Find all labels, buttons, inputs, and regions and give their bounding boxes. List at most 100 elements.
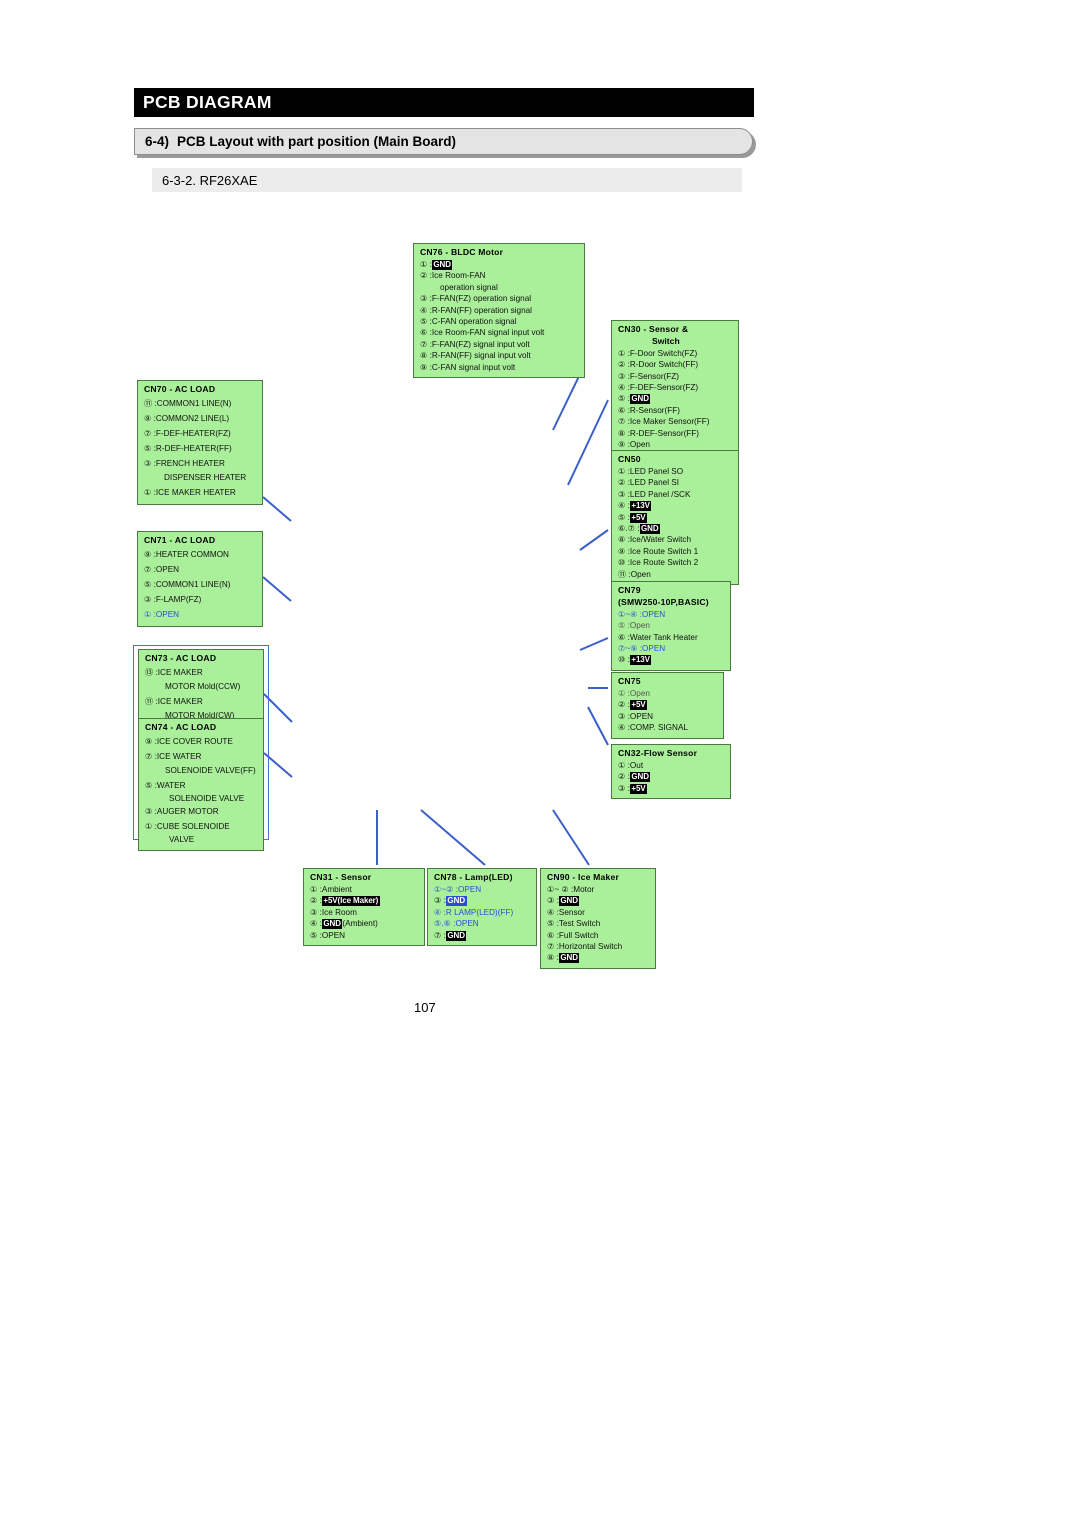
connector-row: ② : GND: [618, 771, 725, 783]
connector-row: ⑦ : Horizontal Switch: [547, 941, 650, 952]
connector-row: ⑦ : GND: [434, 930, 531, 941]
pin-label: OPEN: [155, 609, 180, 619]
connector-row: ⑤ : COMMON1 LINE(N): [144, 577, 257, 592]
pin-number: ⑬ :: [145, 667, 158, 677]
connector-box-cn79: CN79 (SMW250-10P,BASIC) ①~④ : OPEN ⑤ : Open…: [611, 581, 731, 671]
connector-row: ⑧ : R-DEF-Sensor(FF): [618, 428, 733, 439]
pin-number: ① :: [618, 348, 630, 358]
pin-label: LED Panel SI: [629, 478, 680, 488]
connector-box-cn70: CN70 - AC LOAD ⑪ : COMMON1 LINE(N) ⑨ : COM…: [137, 380, 263, 505]
connector-row-cont: SOLENOIDE VALVE(FF): [165, 765, 256, 775]
connector-title-cn70: CN70 - AC LOAD: [144, 384, 216, 394]
connector-box-cn71: CN71 - AC LOAD ⑨ : HEATER COMMON ⑦ : OPEN ⑤…: [137, 531, 263, 627]
connector-row: ② : R-Door Switch(FF): [618, 359, 733, 370]
pin-number: ①~ ② :: [547, 884, 574, 894]
pin-number: ⑥.⑦ :: [618, 523, 640, 533]
pin-number: ③ :: [310, 907, 322, 917]
pin-label: Ice Route Switch 2: [629, 558, 699, 568]
pin-number: ⑩ :: [618, 558, 630, 568]
connector-row: ⑤ : Open: [618, 620, 725, 631]
pin-label: Open: [630, 569, 651, 579]
pin-number: ③ :: [145, 807, 157, 817]
pin-number: ⑤ :: [618, 394, 630, 404]
connector-row: ⑨ : ICE COVER ROUTE: [145, 734, 258, 749]
connector-row: ① : CUBE SOLENOIDE: [145, 819, 258, 834]
connector-title-cn76: CN76 - BLDC Motor: [420, 247, 504, 257]
pin-label: Ice Maker Sensor(FF): [629, 417, 710, 427]
section-header-bar: 6-4) PCB Layout with part position (Main…: [134, 128, 753, 155]
connector-title-cn74: CN74 - AC LOAD: [145, 722, 217, 732]
pin-number: ⑨ :: [144, 413, 156, 423]
pin-label: ICE WATER: [156, 751, 202, 761]
pin-number: ⑦ :: [547, 941, 559, 951]
connector-box-cn32: CN32-Flow Sensor ① : Out ② : GND ③ : +5V: [611, 744, 731, 800]
pin-number: ⑤ :: [310, 930, 322, 940]
signal-chip: GND: [629, 772, 651, 783]
signal-chip: GND: [431, 259, 453, 270]
connector-row: ② : +5V: [618, 699, 718, 711]
pin-number: ⑦ :: [145, 751, 157, 761]
subsection-bar: 6-3-2. RF26XAE: [152, 168, 742, 192]
connector-row: ⑥.⑦ : GND: [618, 523, 733, 534]
pin-number: ④ :: [547, 907, 559, 917]
connector-row: ⑧ : GND: [547, 952, 650, 964]
pin-number: ⑤.⑥ :: [434, 919, 456, 929]
connector-row: ⑧ : Ice/Water Switch: [618, 534, 733, 545]
section-number: 6-4): [145, 134, 170, 149]
pin-number: ⑤ :: [618, 512, 630, 522]
pin-label: Open: [629, 440, 650, 450]
connector-row: ⑦~⑨ : OPEN: [618, 643, 725, 654]
connector-box-cn50: CN50 ① : LED Panel SO ② : LED Panel SI ③ : …: [611, 450, 739, 585]
pin-label: R-DEF-Sensor(FF): [629, 428, 700, 438]
pin-label: F-FAN(FZ) signal input volt: [431, 339, 530, 349]
connector-title-cn79: CN79: [618, 585, 641, 595]
connector-title-cn31: CN31 - Sensor: [310, 872, 372, 882]
pin-label: LED Panel SO: [629, 466, 684, 476]
pin-label: R-FAN(FF) signal input volt: [431, 351, 531, 361]
pin-number: ② :: [310, 896, 322, 906]
pin-label: F-Door Switch(FZ): [629, 348, 698, 358]
pin-number: ⑨ :: [145, 736, 157, 746]
page-title: PCB DIAGRAM: [134, 88, 754, 117]
pin-label: OPEN: [642, 609, 666, 619]
pin-label: ICE MAKER HEATER: [155, 487, 236, 497]
pin-number: ② :: [618, 772, 630, 782]
pin-label: ICE COVER ROUTE: [156, 736, 233, 746]
pin-number: ⑧ :: [420, 351, 432, 361]
pin-number: ⑦ :: [144, 428, 156, 438]
connector-title-cn32: CN32-Flow Sensor: [618, 748, 698, 758]
connector-box-cn75: CN75 ① : Open ② : +5V ③ : OPEN ④ : COMP. SIG…: [611, 672, 724, 739]
connector-row: ② : +5V(Ice Maker): [310, 895, 419, 907]
pin-number: ④ :: [618, 501, 630, 511]
pin-number: ⑩ :: [618, 655, 630, 665]
connector-row: ③ : FRENCH HEATER: [144, 456, 257, 471]
pin-label: R-DEF-HEATER(FF): [155, 443, 232, 453]
pin-label: Ice/Water Switch: [629, 535, 692, 545]
pin-label: OPEN: [155, 564, 180, 574]
connector-title-cn75: CN75: [618, 676, 641, 686]
signal-chip: GND: [321, 919, 343, 930]
leader-cn71: [262, 576, 292, 602]
pin-label: R-FAN(FF) operation signal: [431, 305, 532, 315]
pin-number: ⑥ :: [420, 328, 432, 338]
pin-number: ⑪ :: [145, 696, 158, 706]
connector-row: ⑪ : ICE MAKER: [145, 694, 258, 709]
connector-row: ⑦ : F-FAN(FZ) signal input volt: [420, 339, 579, 350]
pcb-diagram-page: PCB DIAGRAM 6-4) PCB Layout with part po…: [0, 0, 1080, 1527]
pin-number: ⑦ :: [144, 564, 156, 574]
pin-number: ⑨ :: [618, 546, 630, 556]
leader-cn70: [262, 496, 292, 522]
pin-number: ⑦ :: [434, 930, 446, 940]
connector-row: ① : ICE MAKER HEATER: [144, 485, 257, 500]
pin-label: F-DEF-Sensor(FZ): [629, 383, 699, 393]
connector-row: ④ : GND (Ambient): [310, 918, 419, 930]
pin-number: ⑤ :: [144, 579, 156, 589]
connector-box-cn74: CN74 - AC LOAD ⑨ : ICE COVER ROUTE ⑦ : ICE…: [138, 718, 264, 851]
connector-row: ③ : F-LAMP(FZ): [144, 592, 257, 607]
pin-label: Ice Room-FAN signal input volt: [431, 328, 545, 338]
pin-number: ③ :: [618, 783, 630, 793]
pin-number: ③ :: [547, 896, 559, 906]
pin-label: Ambient: [321, 884, 352, 894]
connector-title2-cn30: Switch: [652, 335, 680, 346]
pin-number: ④ :: [420, 305, 432, 315]
